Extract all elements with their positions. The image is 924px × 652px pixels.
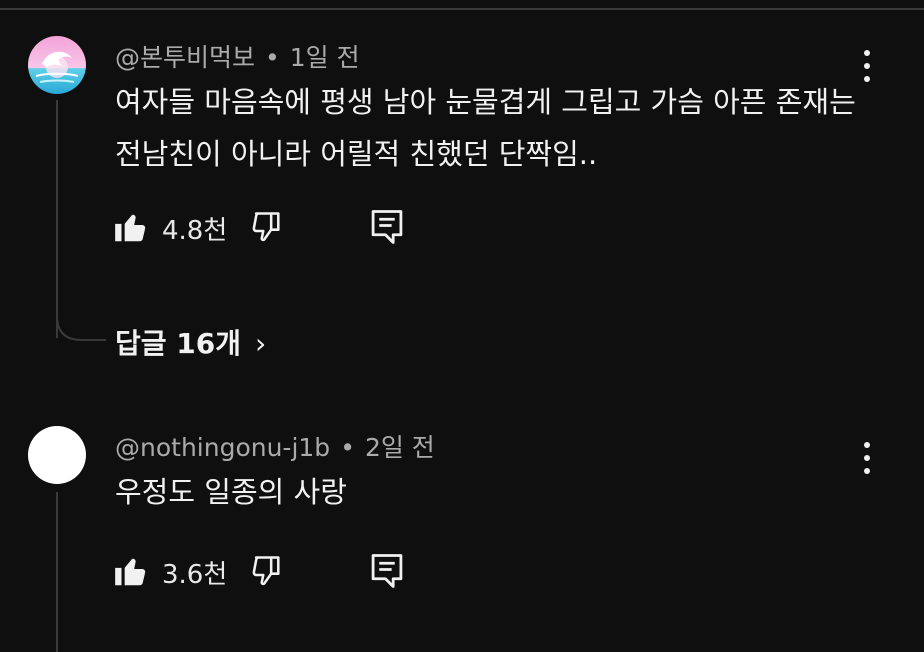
thumbs-up-icon[interactable]	[112, 552, 150, 594]
comment-author[interactable]: @nothingonu-j1b	[115, 433, 330, 462]
view-replies-button[interactable]: 답글 16개 ›	[115, 322, 266, 362]
comment-time[interactable]: 2일 전	[365, 433, 435, 462]
meta-separator: •	[265, 43, 280, 72]
dolphin-avatar-icon	[28, 36, 86, 94]
comment-meta: @nothingonu-j1b • 2일 전	[115, 428, 435, 464]
chevron-right-icon: ›	[255, 327, 267, 360]
avatar[interactable]	[28, 36, 86, 94]
reply-comment-icon[interactable]	[370, 208, 404, 250]
like-count: 4.8천	[162, 216, 228, 246]
comment-actions: 4.8천	[112, 208, 432, 248]
top-divider	[0, 8, 924, 10]
comment-meta: @본투비먹보 • 1일 전	[115, 38, 360, 74]
comment-author[interactable]: @본투비먹보	[115, 43, 255, 72]
like-count: 3.6천	[162, 560, 228, 590]
thread-line	[56, 492, 58, 652]
thumbs-down-icon[interactable]	[249, 208, 287, 250]
reply-comment-icon[interactable]	[370, 552, 404, 594]
thumbs-down-icon[interactable]	[249, 552, 287, 594]
comment-text: 우정도 일종의 사랑	[115, 475, 347, 509]
replies-label: 답글 16개	[115, 327, 241, 360]
thread-curve	[56, 300, 106, 341]
comment-actions: 3.6천	[112, 552, 432, 592]
meta-separator: •	[340, 433, 355, 462]
avatar[interactable]	[28, 426, 86, 484]
comment-time[interactable]: 1일 전	[290, 43, 360, 72]
thumbs-up-icon[interactable]	[112, 208, 150, 250]
comment-text: 여자들 마음속에 평생 남아 눈물겹게 그립고 가슴 아픈 존재는 전남친이 아…	[115, 85, 856, 171]
